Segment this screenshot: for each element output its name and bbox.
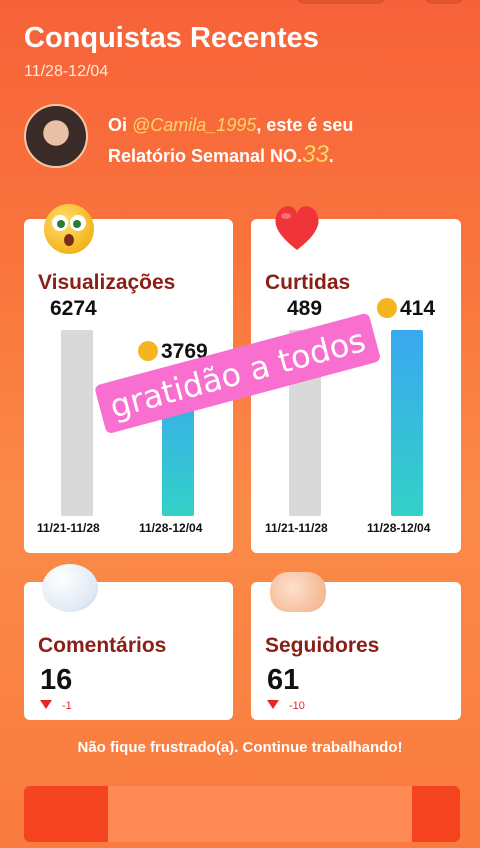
report-end: .	[328, 146, 334, 166]
report-label: Relatório Semanal NO.	[108, 146, 303, 166]
comments-label: Comentários	[38, 634, 167, 657]
heart-icon	[270, 200, 324, 254]
views-previous-period: 11/21-11/28	[37, 521, 100, 535]
views-previous-value: 6274	[50, 297, 97, 320]
likes-current-value-wrap: 414	[377, 297, 435, 321]
date-range: 11/28-12/04	[24, 63, 109, 80]
greeting-text: Oi @Camila_1995, este é seu Relatório Se…	[108, 110, 353, 171]
followers-label: Seguidores	[265, 634, 380, 657]
followers-delta: -10	[289, 700, 305, 712]
bottom-bar-right-segment	[412, 786, 460, 842]
followers-delta-wrap: -10	[267, 700, 305, 712]
likes-current-period: 11/28-12/04	[367, 521, 431, 535]
likes-current-value: 414	[400, 297, 436, 320]
top-tab-right	[424, 0, 464, 4]
views-current-period: 11/28-12/04	[139, 521, 203, 535]
greeting: Oi @Camila_1995, este é seu Relatório Se…	[24, 104, 353, 171]
greeting-suffix: , este é seu	[256, 115, 354, 135]
views-label: Visualizações	[38, 271, 176, 294]
likes-current-bar	[391, 330, 423, 516]
top-tab-left	[296, 0, 386, 4]
dizzy-face-icon	[377, 298, 397, 318]
header: Conquistas Recentes 11/28-12/04	[24, 22, 319, 81]
followers-value: 61	[267, 664, 300, 696]
handshake-icon	[270, 572, 326, 612]
comments-delta: -1	[62, 700, 72, 712]
comments-delta-wrap: -1	[40, 700, 72, 712]
speech-bubble-icon	[42, 564, 98, 612]
bottom-action-bar[interactable]	[24, 786, 460, 842]
surprised-face-icon	[44, 204, 94, 254]
views-previous-bar	[61, 330, 93, 516]
greeting-prefix: Oi	[108, 115, 133, 135]
page-title: Conquistas Recentes	[24, 22, 319, 54]
likes-previous-period: 11/21-11/28	[265, 521, 328, 535]
likes-label: Curtidas	[265, 271, 351, 294]
bottom-bar-left-segment	[24, 786, 108, 842]
encouragement-message: Não fique frustrado(a). Continue trabalh…	[77, 739, 403, 756]
dizzy-face-icon	[138, 341, 158, 361]
report-number: 33	[302, 141, 329, 168]
down-triangle-icon	[40, 700, 52, 709]
down-triangle-icon	[267, 700, 279, 709]
user-handle[interactable]: @Camila_1995	[132, 115, 256, 135]
likes-previous-value: 489	[287, 297, 323, 320]
comments-value: 16	[40, 664, 73, 696]
avatar[interactable]	[24, 104, 88, 168]
